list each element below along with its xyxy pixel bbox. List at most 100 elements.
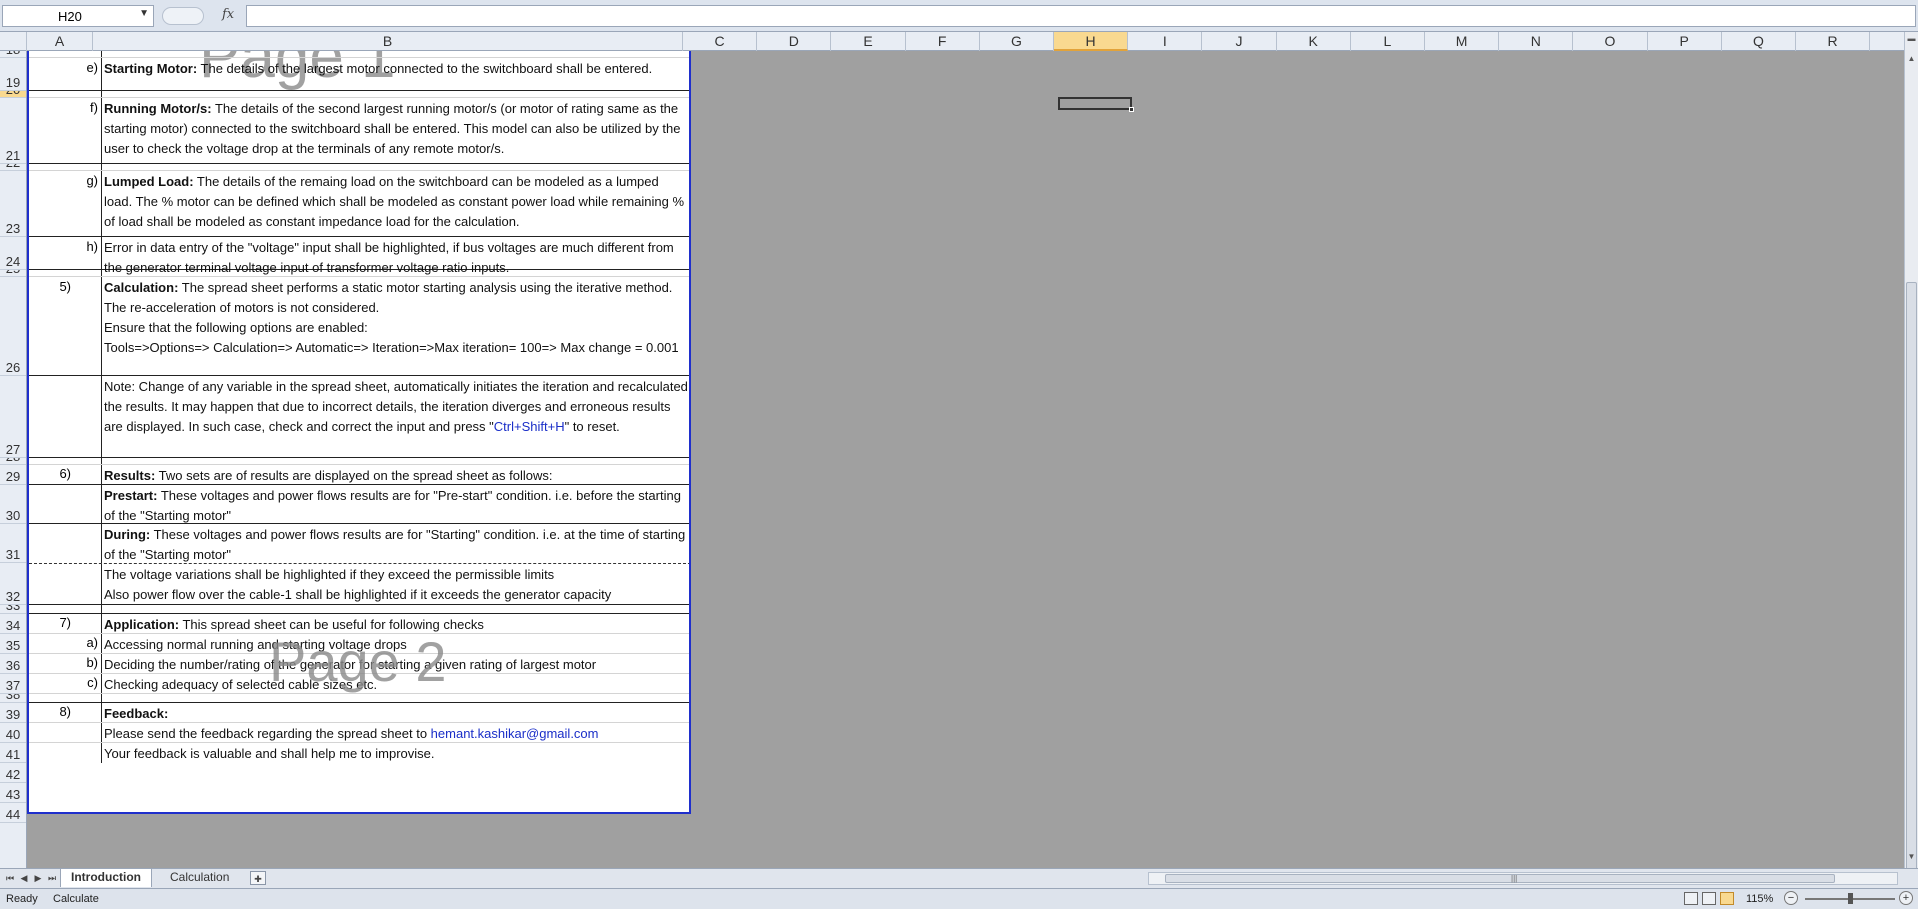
column-header-o[interactable]: O [1573,32,1648,51]
row-header-41[interactable]: 41 [0,743,26,763]
row-header-26[interactable]: 26 [0,277,26,376]
active-cell-cursor[interactable] [1058,97,1134,112]
section-number: 5) [59,279,71,294]
horizontal-scroll-thumb[interactable]: ||| [1165,874,1835,883]
select-all-corner[interactable] [0,32,27,51]
zoom-slider-thumb[interactable] [1848,893,1853,904]
column-header-i[interactable]: I [1128,32,1203,51]
text-cell[interactable]: During: These voltages and power flows r… [103,524,689,563]
section-number: 7) [59,615,71,630]
row-header-39[interactable]: 39 [0,703,26,723]
zoom-level[interactable]: 115% [1746,893,1773,905]
row-header-20[interactable]: 20 [0,91,26,98]
row-header-28[interactable]: 28 [0,458,26,465]
text-cell[interactable]: Checking adequacy of selected cable size… [103,674,689,693]
zoom-in-icon[interactable]: + [1899,891,1913,905]
column-header-f[interactable]: F [906,32,980,51]
column-header-b[interactable]: B [93,32,683,51]
column-header-l[interactable]: L [1351,32,1425,51]
column-header-r[interactable]: R [1796,32,1871,51]
text-cell[interactable]: Feedback: [103,703,689,722]
row-header-19[interactable]: 19 [0,58,26,91]
row-header-27[interactable]: 27 [0,376,26,458]
text-cell[interactable]: Accessing normal running and starting vo… [103,634,689,653]
text-cell[interactable]: Deciding the number/rating of the genera… [103,654,689,673]
section-heading: Application: [104,617,180,632]
text-cell[interactable]: Application: This spread sheet can be us… [103,614,689,633]
row-header-35[interactable]: 35 [0,634,26,654]
table-row: c) Checking adequacy of selected cable s… [29,674,689,694]
section-heading: Results: [104,468,156,483]
column-header-d[interactable]: D [757,32,832,51]
row-header-24[interactable]: 24 [0,237,26,270]
row-header-18[interactable]: 18 [0,51,26,58]
first-sheet-icon[interactable]: ⏮ [4,871,16,885]
row-header-33[interactable]: 33 [0,605,26,614]
row-header-23[interactable]: 23 [0,171,26,237]
text-cell[interactable]: Prestart: These voltages and power flows… [103,485,689,523]
vertical-scroll-thumb[interactable] [1906,282,1917,870]
sheet-grid[interactable]: Page 1 e) Starting Motor: The details of… [27,51,1904,868]
text-cell[interactable]: Please send the feedback regarding the s… [103,723,689,742]
row-header-25[interactable]: 25 [0,270,26,277]
column-header-q[interactable]: Q [1722,32,1796,51]
row-number: 19 [5,75,21,90]
row-header-30[interactable]: 30 [0,485,26,524]
insert-function-icon[interactable]: fx [222,7,234,22]
tab-calculation[interactable]: Calculation [160,869,239,887]
formula-input[interactable] [246,5,1916,27]
prev-sheet-icon[interactable]: ◀ [18,871,30,885]
column-header-g[interactable]: G [980,32,1054,51]
column-header-a[interactable]: A [27,32,93,51]
text-cell[interactable]: Note: Change of any variable in the spre… [103,376,689,457]
column-header-p[interactable]: P [1648,32,1722,51]
text-cell[interactable]: Error in data entry of the "voltage" inp… [103,237,689,275]
normal-view-icon[interactable] [1684,892,1698,905]
column-header-j[interactable]: J [1202,32,1277,51]
scroll-up-icon[interactable]: ▲ [1905,52,1918,65]
scroll-down-icon[interactable]: ▼ [1905,850,1918,863]
text-cell[interactable]: Running Motor/s: The details of the seco… [103,98,689,163]
row-header-37[interactable]: 37 [0,674,26,694]
page-layout-view-icon[interactable] [1702,892,1716,905]
page-break-preview-icon[interactable] [1720,892,1734,905]
text-cell[interactable]: Your feedback is valuable and shall help… [103,743,689,763]
horizontal-scrollbar[interactable]: ||| [1148,872,1898,885]
row-header-31[interactable]: 31 [0,524,26,563]
split-handle[interactable]: ▬ [1905,32,1918,45]
row-header-43[interactable]: 43 [0,783,26,803]
text-cell[interactable]: Starting Motor: The details of the large… [103,58,689,90]
row-header-42[interactable]: 42 [0,763,26,783]
text-cell[interactable]: Calculation: The spread sheet performs a… [103,277,689,375]
zoom-out-icon[interactable]: − [1784,891,1798,905]
chevron-down-icon[interactable]: ▼ [139,8,149,19]
column-header-n[interactable]: N [1499,32,1574,51]
next-sheet-icon[interactable]: ▶ [32,871,44,885]
row-header-34[interactable]: 34 [0,614,26,634]
column-header-e[interactable]: E [831,32,906,51]
column-header-m[interactable]: M [1425,32,1500,51]
tab-introduction[interactable]: Introduction [60,869,152,887]
row-header-32[interactable]: 32 [0,563,26,605]
text-cell[interactable]: Results: Two sets are of results are dis… [103,465,689,484]
column-header-k[interactable]: K [1277,32,1351,51]
row-header-21[interactable]: 21 [0,98,26,164]
vertical-scrollbar[interactable]: ▬ ▲ ▼ [1904,32,1918,870]
column-header-c[interactable]: C [683,32,758,51]
row-header-36[interactable]: 36 [0,654,26,674]
email-link[interactable]: hemant.kashikar@gmail.com [431,726,599,741]
row-header-29[interactable]: 29 [0,465,26,485]
last-sheet-icon[interactable]: ⏭ [46,871,58,885]
column-header-h[interactable]: H [1054,32,1129,51]
row-header-22[interactable]: 22 [0,164,26,171]
row-header-40[interactable]: 40 [0,723,26,743]
text-cell[interactable]: The voltage variations shall be highligh… [103,564,689,604]
row-header-38[interactable]: 38 [0,694,26,703]
name-box[interactable]: H20 ▼ [2,5,154,27]
status-calculate[interactable]: Calculate [53,893,99,905]
text-cell[interactable]: Lumped Load: The details of the remaing … [103,171,689,236]
table-row: a) Accessing normal running and starting… [29,634,689,654]
insert-sheet-icon[interactable]: ✚ [250,871,266,885]
fill-handle[interactable] [1129,107,1134,112]
row-header-44[interactable]: 44 [0,803,26,823]
